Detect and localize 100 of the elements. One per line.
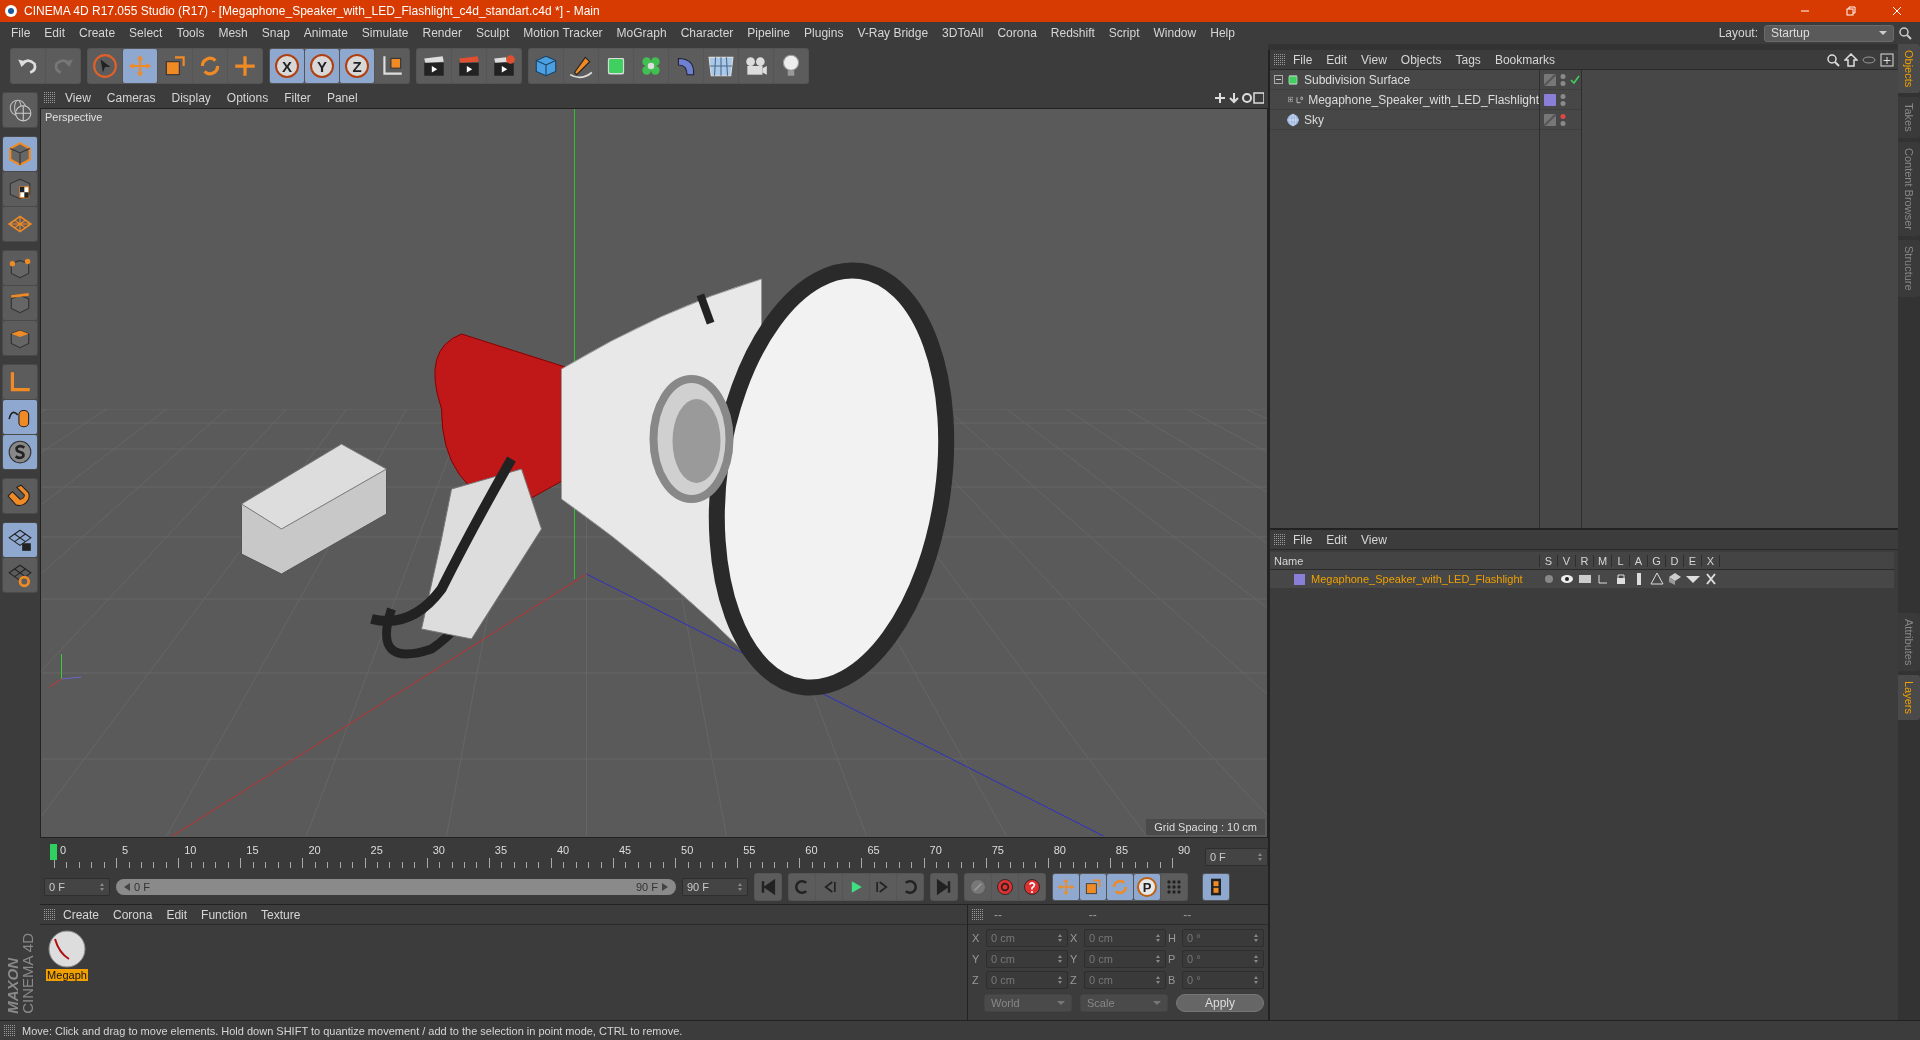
start-frame-field[interactable]: 0 F	[44, 878, 110, 896]
render-icon[interactable]	[1576, 572, 1594, 586]
menu-item[interactable]: Create	[72, 26, 123, 40]
menu-item[interactable]: Snap	[254, 26, 297, 40]
menu-item[interactable]: V-Ray Bridge	[850, 26, 936, 40]
transport-button[interactable]	[1019, 874, 1045, 900]
menu-item[interactable]: Edit	[1319, 52, 1355, 67]
range-fill[interactable]: 0 F 90 F	[116, 879, 676, 895]
tool-button[interactable]	[774, 49, 808, 83]
menu-item[interactable]: Redshift	[1043, 26, 1102, 40]
menu-item[interactable]: Tools	[169, 26, 212, 40]
layout-dropdown[interactable]: Startup	[1764, 24, 1894, 42]
menu-item[interactable]: Corona	[106, 907, 160, 922]
search-icon[interactable]	[1826, 52, 1840, 67]
object-name[interactable]: Sky	[1304, 112, 1324, 127]
mode-button[interactable]	[3, 435, 37, 469]
menu-item[interactable]: Character	[673, 26, 741, 40]
menu-item[interactable]: Edit	[159, 907, 195, 922]
menu-item[interactable]: Cameras	[99, 91, 163, 105]
locked-grid-icon	[7, 527, 33, 553]
menu-item[interactable]: View	[1354, 52, 1394, 67]
frame-number: 85	[1115, 844, 1129, 856]
visibility-dots-icon[interactable]	[1559, 112, 1567, 127]
eye-icon[interactable]	[1558, 572, 1576, 586]
mode-button[interactable]	[3, 558, 37, 592]
menu-item[interactable]: File	[1286, 532, 1320, 547]
menu-item[interactable]: View	[58, 91, 98, 105]
menu-item[interactable]: Function	[194, 907, 255, 922]
menu-item[interactable]: Display	[164, 91, 218, 105]
menu-item[interactable]: File	[1286, 52, 1320, 67]
search-icon[interactable]	[1898, 26, 1912, 40]
menu-item[interactable]: Create	[56, 907, 107, 922]
mode-button[interactable]	[3, 172, 37, 206]
timeline-ruler[interactable]: 0 5 10 15 20 25 30 35 40 45 50 55 60 65 70 75 80 85 90	[53, 844, 1199, 868]
menu-item[interactable]: Corona	[990, 26, 1044, 40]
menu-item[interactable]: Texture	[254, 907, 308, 922]
tool-button[interactable]	[375, 49, 409, 83]
spinner-arrows-icon	[1155, 954, 1161, 964]
spinner-arrows-icon	[737, 882, 743, 892]
record-icon	[995, 877, 1015, 897]
menu-item[interactable]: Panel	[319, 91, 365, 105]
spinner-arrows-icon	[1253, 954, 1259, 964]
menu-item[interactable]: Render	[415, 26, 469, 40]
menu-item[interactable]: Mesh	[211, 26, 255, 40]
collapse-icon[interactable]	[1274, 75, 1283, 84]
menu-item[interactable]: Sculpt	[468, 26, 517, 40]
mode-button[interactable]	[3, 523, 37, 557]
layout-label: Layout:	[1718, 26, 1758, 40]
spinner-arrows-icon	[1253, 975, 1259, 985]
generator-icon[interactable]	[1648, 572, 1666, 586]
menu-item[interactable]: Edit	[37, 26, 73, 40]
apply-button[interactable]: Apply	[1176, 994, 1264, 1012]
home-icon[interactable]	[1844, 52, 1858, 67]
tool-button[interactable]	[487, 49, 521, 83]
expand-icon[interactable]	[1288, 95, 1294, 104]
visibility-dots-icon[interactable]	[1559, 72, 1567, 87]
menu-item[interactable]: Filter	[277, 91, 318, 105]
side-tab[interactable]: Objects	[1898, 44, 1920, 94]
object-name[interactable]: Subdivision Surface	[1304, 72, 1411, 87]
menu-item[interactable]: Help	[1203, 26, 1242, 40]
cursor-icon	[92, 53, 118, 79]
transport-button[interactable]	[1203, 874, 1229, 900]
close-icon[interactable]	[1891, 5, 1903, 17]
new-window-icon[interactable]	[1880, 52, 1894, 67]
object-name[interactable]: Megaphone_Speaker_with_LED_Flashlight	[1308, 92, 1539, 107]
menu-item[interactable]: Bookmarks	[1487, 52, 1562, 67]
clapper-gear-icon	[491, 53, 517, 79]
menu-item[interactable]: Objects	[1393, 52, 1449, 67]
frame-number: 5	[122, 844, 129, 856]
s-circle-icon	[7, 439, 33, 465]
side-tab[interactable]: Layers	[1898, 674, 1920, 720]
layer-color-swatch[interactable]	[1544, 93, 1556, 106]
tool-button[interactable]	[564, 49, 598, 83]
mode-button[interactable]	[3, 479, 37, 513]
menu-item[interactable]: 3DToAll	[935, 26, 991, 40]
menu-item[interactable]: Select	[122, 26, 170, 40]
caret-icon	[1879, 31, 1887, 35]
restore-icon[interactable]	[1845, 5, 1857, 17]
end-frame-field[interactable]: 90 F	[682, 878, 748, 896]
menu-item[interactable]: Pipeline	[740, 26, 798, 40]
menu-item[interactable]: Options	[219, 91, 276, 105]
subdivision-icon	[1286, 72, 1300, 87]
current-frame-field[interactable]: 0 F	[1204, 848, 1268, 866]
menu-item[interactable]: File	[4, 26, 38, 40]
menu-item[interactable]: Motion Tracker	[516, 26, 610, 40]
menu-item[interactable]: View	[1354, 532, 1394, 547]
visibility-dots-icon[interactable]	[1559, 92, 1567, 107]
menu-item[interactable]: Simulate	[354, 26, 416, 40]
checkmark-icon[interactable]	[1570, 74, 1580, 85]
tool-button[interactable]	[417, 49, 451, 83]
menu-item[interactable]: Window	[1146, 26, 1204, 40]
menu-item[interactable]: Tags	[1448, 52, 1488, 67]
column-header: Name	[1270, 554, 1540, 567]
menu-item[interactable]: MoGraph	[609, 26, 674, 40]
menu-item[interactable]: Animate	[296, 26, 355, 40]
menu-item[interactable]: Script	[1101, 26, 1147, 40]
globe-icon	[7, 97, 33, 123]
column-header: --	[1182, 907, 1193, 922]
menu-item[interactable]: Plugins	[797, 26, 851, 40]
menu-item[interactable]: Edit	[1319, 532, 1355, 547]
